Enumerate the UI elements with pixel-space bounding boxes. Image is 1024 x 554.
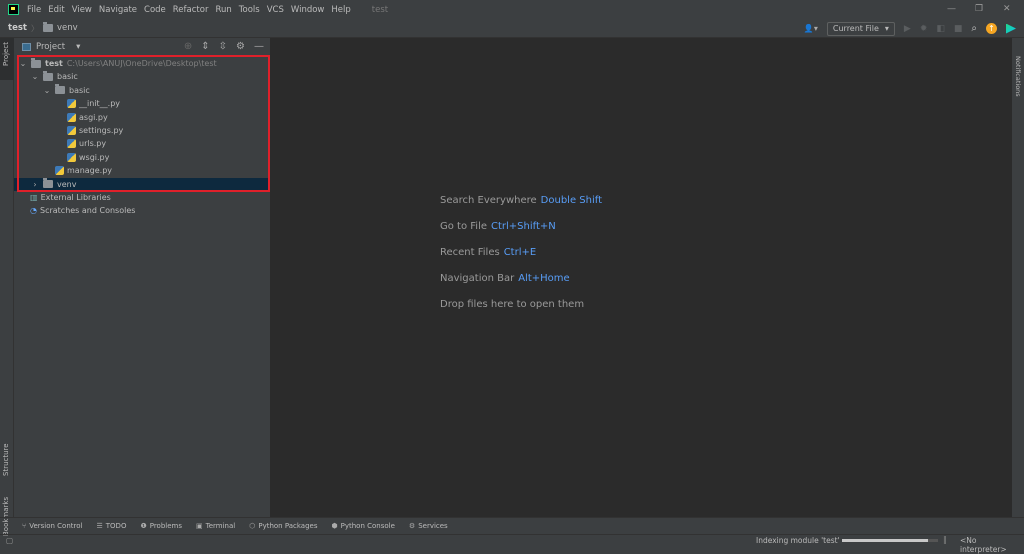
window-title: test bbox=[371, 4, 389, 15]
tool-tab-icon: ⬡ bbox=[249, 522, 256, 530]
menu-view[interactable]: View bbox=[72, 5, 92, 15]
breadcrumb-item[interactable]: venv bbox=[57, 23, 78, 33]
tool-tab-label: Python Packages bbox=[258, 522, 318, 530]
tool-window-structure[interactable]: Structure bbox=[2, 443, 10, 476]
close-button[interactable]: ✕ bbox=[1003, 4, 1011, 14]
hint-text: Search Everywhere bbox=[440, 195, 537, 206]
menu-window[interactable]: Window bbox=[291, 5, 325, 15]
toggle-tool-windows-icon[interactable]: ▢ bbox=[6, 536, 13, 545]
hint-shortcut: Alt+Home bbox=[518, 273, 570, 284]
project-panel-title: Project bbox=[36, 42, 66, 52]
bottom-tool-bar: ⑂ Version Control ☰ TODO ❶ Problems ▣ Terminal ⬡… bbox=[0, 517, 1024, 534]
editor-hint: Go to File Ctrl+Shift+N bbox=[440, 221, 556, 232]
highlight-box bbox=[17, 55, 270, 192]
tree-item-label: Scratches and Consoles bbox=[39, 206, 136, 216]
tool-window-notifications[interactable]: Notifications bbox=[1014, 56, 1022, 97]
editor-hint: Recent Files Ctrl+E bbox=[440, 247, 536, 258]
hint-text: Go to File bbox=[440, 221, 487, 232]
library-icon: ▥ bbox=[30, 193, 38, 202]
tool-tab-version-control[interactable]: ⑂ Version Control bbox=[22, 522, 82, 530]
restore-button[interactable]: ❐ bbox=[975, 4, 983, 14]
tool-tab-label: Terminal bbox=[205, 522, 236, 530]
tool-tab-label: Python Console bbox=[340, 522, 395, 530]
tool-tab-icon: ☰ bbox=[96, 522, 103, 530]
editor-hint: Navigation Bar Alt+Home bbox=[440, 273, 570, 284]
menu-bar: File Edit View Navigate Code Refactor Run Tools… bbox=[0, 0, 1024, 19]
scratches-icon: ◔ bbox=[30, 206, 37, 216]
tool-tab-icon: ⑂ bbox=[22, 522, 27, 530]
breadcrumb-item[interactable]: test bbox=[8, 23, 27, 33]
menu-refactor[interactable]: Refactor bbox=[173, 5, 209, 15]
tool-tab-label: TODO bbox=[105, 522, 127, 530]
tool-tab-icon: ❶ bbox=[140, 522, 147, 530]
hide-icon[interactable]: — bbox=[254, 41, 264, 52]
tool-tab-terminal[interactable]: ▣ Terminal bbox=[196, 522, 235, 530]
run-config-label: Current File bbox=[832, 24, 879, 33]
run-icon[interactable]: ▶ bbox=[904, 24, 911, 34]
tool-tab-icon: ⚙ bbox=[408, 522, 416, 530]
gear-icon[interactable]: ⚙ bbox=[236, 41, 245, 52]
expand-all-icon[interactable]: ⇕ bbox=[201, 41, 209, 52]
menu-navigate[interactable]: Navigate bbox=[99, 5, 137, 15]
hint-text: Recent Files bbox=[440, 247, 500, 258]
tool-tab-label: Services bbox=[418, 522, 448, 530]
tree-item[interactable]: ▥ External Libraries bbox=[14, 191, 270, 204]
indexing-progress-bar bbox=[842, 539, 938, 542]
right-tool-strip: Notifications bbox=[1012, 38, 1024, 517]
tool-tab-problems[interactable]: ❶ Problems bbox=[140, 522, 182, 530]
editor-hint: Search Everywhere Double Shift bbox=[440, 195, 602, 206]
pause-icon[interactable]: ‖ bbox=[943, 535, 947, 544]
update-icon[interactable]: ↑ bbox=[986, 23, 997, 34]
coverage-icon[interactable]: ◧ bbox=[936, 24, 945, 34]
status-bar: ▢ Indexing module 'test' ‖ <No interpret… bbox=[0, 534, 1024, 554]
hint-shortcut: Ctrl+E bbox=[503, 247, 537, 258]
interpreter-selector[interactable]: <No interpreter> bbox=[960, 536, 1024, 554]
user-icon[interactable]: 👤▾ bbox=[804, 24, 818, 33]
menu-code[interactable]: Code bbox=[144, 5, 166, 15]
tool-tab-icon: ⬢ bbox=[331, 522, 338, 530]
hint-text: Navigation Bar bbox=[440, 273, 515, 284]
hint-shortcut: Double Shift bbox=[540, 195, 603, 206]
tool-tab-icon: ▣ bbox=[196, 522, 203, 530]
editor-empty-area[interactable]: Search Everywhere Double Shift Go to File C… bbox=[271, 38, 1012, 517]
menu-edit[interactable]: Edit bbox=[48, 5, 64, 15]
debug-icon[interactable]: ✹ bbox=[920, 24, 928, 34]
hint-text: Drop files here to open them bbox=[440, 299, 585, 310]
main-toolbar: 👤▾ Current File ▾ ▶ ✹ ◧ ■ ⌕ ↑ bbox=[804, 19, 1024, 38]
tool-tab-label: Problems bbox=[149, 522, 182, 530]
left-tool-strip: Project Structure Bookmarks bbox=[0, 38, 14, 536]
run-config-select[interactable]: Current File ▾ bbox=[826, 21, 895, 36]
collapse-all-icon[interactable]: ⇳ bbox=[219, 41, 227, 52]
editor-hint: Drop files here to open them bbox=[440, 299, 584, 310]
jetbrains-toolbox-icon[interactable] bbox=[1006, 23, 1016, 34]
tool-tab-services[interactable]: ⚙ Services bbox=[409, 522, 448, 530]
tool-window-project[interactable]: Project bbox=[2, 42, 10, 66]
tool-tab-label: Version Control bbox=[29, 522, 83, 530]
tool-tab-python-console[interactable]: ⬢ Python Console bbox=[332, 522, 395, 530]
minimize-button[interactable]: — bbox=[947, 4, 956, 14]
menu-tools[interactable]: Tools bbox=[239, 5, 260, 15]
locate-icon[interactable]: ⊕ bbox=[184, 41, 192, 52]
menu-vcs[interactable]: VCS bbox=[267, 5, 284, 15]
stop-icon[interactable]: ■ bbox=[954, 24, 963, 34]
tree-item[interactable]: ◔ Scratches and Consoles bbox=[14, 204, 270, 217]
hint-shortcut: Ctrl+Shift+N bbox=[491, 221, 556, 232]
menu-help[interactable]: Help bbox=[331, 5, 350, 15]
menu-run[interactable]: Run bbox=[215, 5, 231, 15]
folder-icon bbox=[42, 22, 53, 32]
indexing-status: Indexing module 'test' bbox=[756, 536, 840, 545]
menu-file[interactable]: File bbox=[27, 5, 41, 15]
app-logo-icon bbox=[8, 4, 19, 15]
project-icon bbox=[22, 43, 31, 51]
search-icon[interactable]: ⌕ bbox=[971, 23, 977, 34]
tool-tab-todo[interactable]: ☰ TODO bbox=[96, 522, 126, 530]
tool-tab-python-packages[interactable]: ⬡ Python Packages bbox=[249, 522, 317, 530]
tree-item-label: External Libraries bbox=[40, 193, 111, 202]
